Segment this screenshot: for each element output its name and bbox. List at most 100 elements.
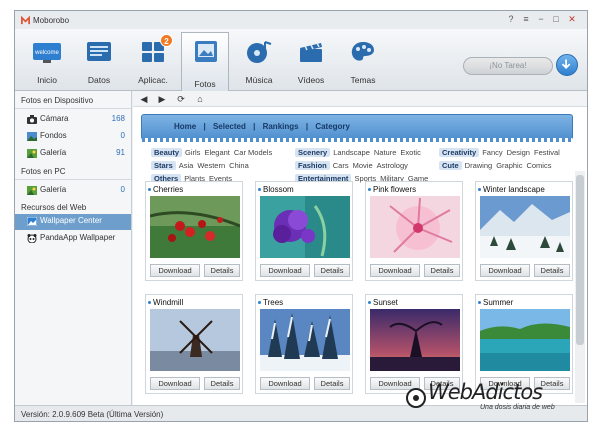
- sidebar-item-galeria-device[interactable]: Galería 91: [15, 146, 131, 161]
- tag-link[interactable]: Car Models: [234, 148, 272, 157]
- close-icon[interactable]: ✕: [566, 14, 578, 25]
- tag-group-fashion: Fashion Cars Movie Astrology: [295, 161, 412, 171]
- download-button[interactable]: Download: [260, 264, 310, 277]
- card-bullet: [148, 301, 151, 304]
- tag-category-creativity[interactable]: Creativity: [439, 148, 480, 157]
- sidebar: Fotos en Dispositivo Cámara 168 Fondos 0…: [15, 91, 132, 405]
- download-button[interactable]: Download: [480, 264, 530, 277]
- tag-link[interactable]: Fancy: [482, 148, 502, 157]
- tag-link[interactable]: Astrology: [377, 161, 408, 170]
- wallpaper-thumbnail-trees[interactable]: [260, 309, 350, 371]
- nav-link-rankings[interactable]: Rankings: [263, 122, 299, 131]
- tag-category-scenery[interactable]: Scenery: [295, 148, 331, 157]
- wallpaper-thumbnail-sunset[interactable]: [370, 309, 460, 371]
- download-manager-button[interactable]: [556, 54, 578, 76]
- nav-link-selected[interactable]: Selected: [213, 122, 246, 131]
- version-text: Versión: 2.0.9.609 Beta (Última Versión): [21, 410, 164, 419]
- download-button[interactable]: Download: [370, 264, 420, 277]
- sidebar-item-wallpaper-center[interactable]: Wallpaper Center: [15, 214, 131, 230]
- toolbar-musica[interactable]: Música: [235, 33, 283, 87]
- wallpaper-card-winter-landscape: Winter landscape Download Details: [475, 181, 573, 281]
- tag-category-fashion[interactable]: Fashion: [295, 161, 330, 170]
- download-button[interactable]: Download: [150, 264, 200, 277]
- details-button[interactable]: Details: [204, 377, 240, 390]
- sidebar-count-galeria-pc: 0: [120, 185, 125, 194]
- tag-link[interactable]: Asia: [179, 161, 194, 170]
- wallpaper-thumbnail-pink-flowers[interactable]: [370, 196, 460, 258]
- wallpaper-thumbnail-blossom[interactable]: [260, 196, 350, 258]
- wallpaper-thumbnail-summer[interactable]: [480, 309, 570, 371]
- toolbar-videos[interactable]: Vídeos: [287, 33, 335, 87]
- sidebar-item-camara[interactable]: Cámara 168: [15, 112, 131, 127]
- tag-link[interactable]: Comics: [526, 161, 551, 170]
- tag-link[interactable]: Elegant: [204, 148, 229, 157]
- sidebar-item-pandaapp-wallpaper[interactable]: PandaApp Wallpaper: [15, 231, 131, 246]
- clapperboard-icon: [300, 42, 322, 62]
- toolbar-aplicaciones[interactable]: 2 Aplicac.: [129, 33, 177, 87]
- content-scrollbar[interactable]: [575, 171, 585, 403]
- nav-link-home[interactable]: Home: [174, 122, 196, 131]
- scrollbar-thumb[interactable]: [576, 175, 584, 345]
- toolbar-label-fotos: Fotos: [194, 79, 216, 89]
- home-icon[interactable]: ⌂: [195, 94, 205, 104]
- sidebar-divider: [15, 108, 131, 109]
- download-button[interactable]: Download: [260, 377, 310, 390]
- tag-link[interactable]: Girls: [185, 148, 200, 157]
- tag-link[interactable]: Festival: [534, 148, 560, 157]
- task-status-pill[interactable]: ¡No Tarea!: [463, 57, 553, 75]
- card-bullet: [478, 188, 481, 191]
- card-bullet: [258, 301, 261, 304]
- card-title: Cherries: [153, 185, 184, 194]
- tag-category-beauty[interactable]: Beauty: [151, 148, 183, 157]
- refresh-icon[interactable]: ⟳: [176, 94, 186, 104]
- toolbar-inicio[interactable]: welcome Inicio: [23, 33, 71, 87]
- details-button[interactable]: Details: [534, 264, 570, 277]
- wallpaper-content: ◀ ▶ ⟳ ⌂ Home | Selected | Rankings | Cat…: [133, 91, 587, 405]
- toolbar-label-musica: Música: [245, 75, 273, 85]
- download-arrow-icon: [561, 59, 571, 70]
- card-title: Trees: [263, 298, 284, 307]
- wallpaper-card-pink-flowers: Pink flowers Download Details: [365, 181, 463, 281]
- card-bullet: [478, 301, 481, 304]
- sidebar-count-camara: 168: [111, 114, 125, 123]
- sidebar-item-fondos[interactable]: Fondos 0: [15, 129, 131, 144]
- maximize-icon[interactable]: □: [550, 14, 562, 25]
- details-button[interactable]: Details: [204, 264, 240, 277]
- sidebar-label-pandaapp-wallpaper: PandaApp Wallpaper: [40, 233, 116, 242]
- tag-link[interactable]: Landscape: [333, 148, 370, 157]
- wallpaper-thumbnail-winter-landscape[interactable]: [480, 196, 570, 258]
- tag-link[interactable]: Exotic: [400, 148, 420, 157]
- sidebar-item-galeria-pc[interactable]: Galería 0: [15, 183, 131, 198]
- forward-arrow-icon[interactable]: ▶: [157, 94, 167, 104]
- wallpaper-thumbnail-cherries[interactable]: [150, 196, 240, 258]
- details-button[interactable]: Details: [314, 264, 350, 277]
- tag-link[interactable]: Movie: [353, 161, 373, 170]
- tag-link[interactable]: Design: [507, 148, 530, 157]
- wallpaper-card-trees: Trees Download Details: [255, 294, 353, 394]
- toolbar-temas[interactable]: Temas: [339, 33, 387, 87]
- card-title: Pink flowers: [373, 185, 417, 194]
- wallpaper-thumbnail-windmill[interactable]: [150, 309, 240, 371]
- tag-link[interactable]: Western: [197, 161, 225, 170]
- card-title: Summer: [483, 298, 514, 307]
- details-button[interactable]: Details: [424, 264, 460, 277]
- tag-link[interactable]: Graphic: [496, 161, 522, 170]
- tag-category-stars[interactable]: Stars: [151, 161, 176, 170]
- sidebar-label-galeria-device: Galería: [40, 148, 67, 157]
- tag-link[interactable]: Nature: [374, 148, 397, 157]
- tag-category-cute[interactable]: Cute: [439, 161, 462, 170]
- content-nav-bar: ◀ ▶ ⟳ ⌂: [133, 91, 587, 107]
- download-button[interactable]: Download: [150, 377, 200, 390]
- help-icon[interactable]: ?: [505, 14, 517, 25]
- minimize-icon[interactable]: −: [535, 14, 547, 25]
- toolbar-fotos[interactable]: Fotos: [181, 32, 229, 91]
- toolbar-datos[interactable]: Datos: [75, 33, 123, 87]
- tag-link[interactable]: Cars: [333, 161, 349, 170]
- card-title: Sunset: [373, 298, 398, 307]
- details-button[interactable]: Details: [314, 377, 350, 390]
- tag-link[interactable]: China: [229, 161, 249, 170]
- back-arrow-icon[interactable]: ◀: [139, 94, 149, 104]
- tag-link[interactable]: Drawing: [465, 161, 493, 170]
- nav-link-category[interactable]: Category: [315, 122, 350, 131]
- menu-icon[interactable]: ≡: [520, 14, 532, 25]
